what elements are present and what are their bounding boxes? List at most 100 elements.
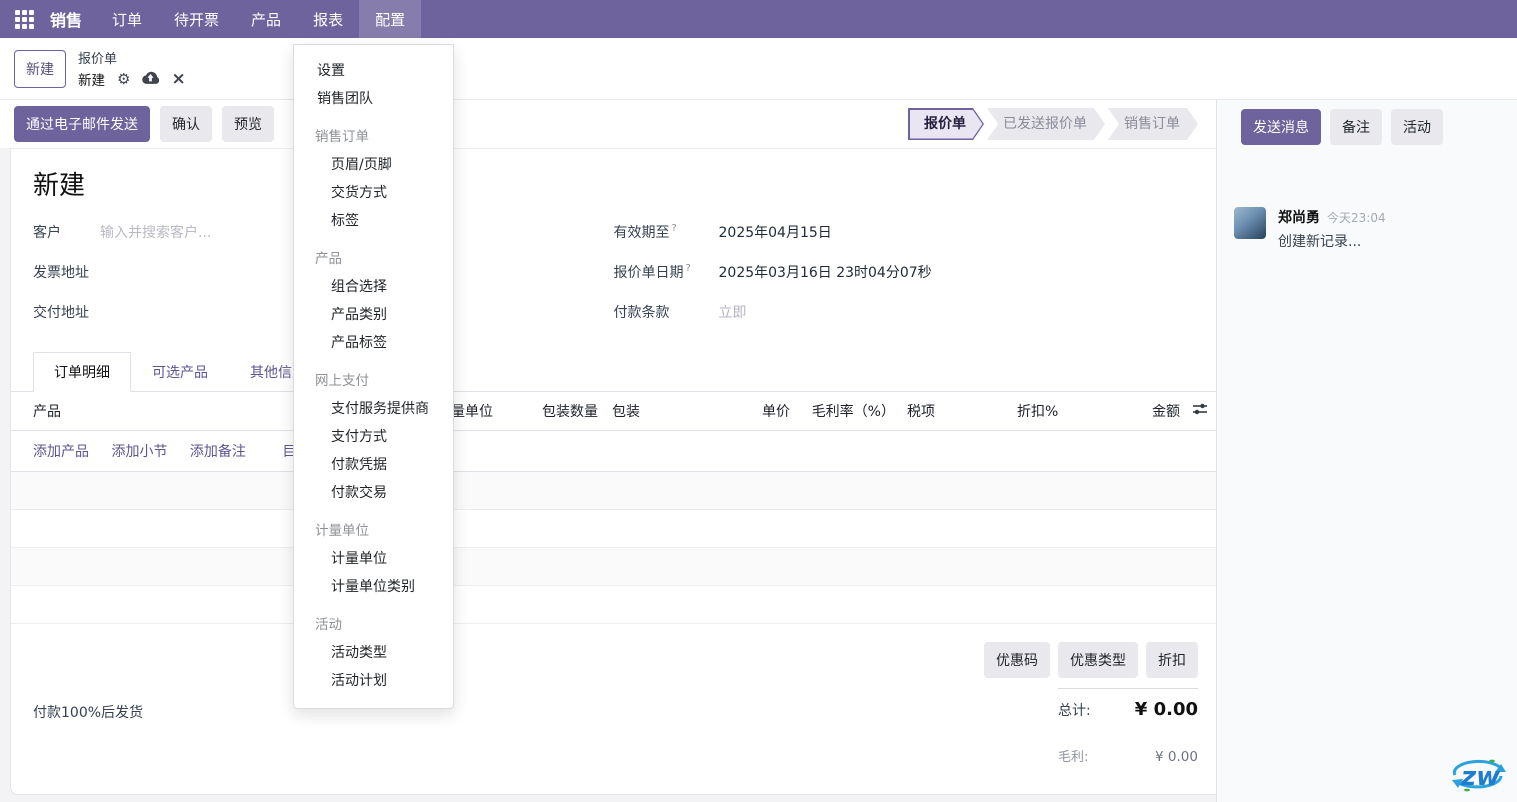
coupon-button[interactable]: 优惠码 [984,642,1050,678]
chatter-panel: 发送消息 备注 活动 郑尚勇 今天23:04 创建新记录... [1216,100,1517,802]
help-icon: ? [672,223,677,234]
chatter-message: 郑尚勇 今天23:04 创建新记录... [1234,207,1507,251]
optional-columns-toggle[interactable] [1186,392,1216,431]
column-header: 折扣% [1011,392,1076,431]
field-value[interactable]: 2025年03月16日 23时04分07秒 [719,262,932,282]
new-record-button[interactable]: 新建 [14,50,66,88]
total-value: ¥ 0.00 [1135,699,1198,720]
message-body: 创建新记录... [1278,231,1386,251]
column-header: 单价 [696,392,796,431]
field-label: 付款条款 [614,302,719,322]
field-label: 报价单日期? [614,262,719,282]
top-navbar: 销售 订单待开票产品报表配置 [0,0,1517,38]
coupon-buttons: 优惠码优惠类型折扣 [11,642,1198,678]
record-title: 新建 [33,165,1216,202]
preview-button[interactable]: 预览 [222,106,274,142]
column-header: 包装 [606,392,696,431]
apps-menu-button[interactable] [0,0,48,38]
form-field-row: 有效期至? 2025年04月15日 [614,222,1195,245]
column-header: 税项 [901,392,1011,431]
nav-menu-item[interactable]: 订单 [96,0,158,38]
statusbar-step[interactable]: 已发送报价单 [987,108,1105,140]
empty-line [11,548,1216,586]
app-brand[interactable]: 销售 [48,0,96,38]
activities-button[interactable]: 活动 [1391,109,1443,145]
statusbar-step[interactable]: 销售订单 [1108,108,1198,140]
message-time: 今天23:04 [1327,209,1386,226]
statusbar-step[interactable]: 报价单 [908,108,984,140]
column-header: 毛利率（%） [796,392,901,431]
margin-value: ¥ 0.00 [1155,749,1198,765]
cloud-save-icon[interactable] [142,71,159,87]
statusbar: 报价单已发送报价单销售订单 [908,108,1198,140]
config-menu-entry: 产品 [294,246,453,272]
send-message-button[interactable]: 发送消息 [1241,109,1321,145]
config-menu-entry[interactable]: 活动类型 [294,640,453,666]
order-lines-header: 产品计量单位包装数量包装单价毛利率（%）税项折扣%金额 [11,392,1216,431]
action-buttons-row: 通过电子邮件发送 确认 预览 报价单已发送报价单销售订单 [0,100,1216,148]
config-menu-entry[interactable]: 标签 [294,208,453,234]
add-note-link[interactable]: 添加备注 [190,444,246,460]
confirm-button[interactable]: 确认 [160,106,212,142]
field-value[interactable]: 2025年04月15日 [719,222,832,242]
form-field-row: 付款条款 立即 [614,302,1195,325]
config-menu-entry[interactable]: 付款凭据 [294,452,453,478]
nav-menu-item[interactable]: 待开票 [158,0,235,38]
nav-menu-item[interactable]: 配置 [359,0,421,38]
gear-icon[interactable]: ⚙ [117,72,130,87]
config-dropdown-menu: 设置销售团队销售订单页眉/页脚交货方式标签产品组合选择产品类别产品标签网上支付支… [293,44,454,709]
config-menu-entry[interactable]: 支付服务提供商 [294,396,453,422]
config-menu-entry[interactable]: 产品类别 [294,302,453,328]
breadcrumb: 报价单 新建 ⚙ × [78,48,186,89]
order-lines-table: 产品计量单位包装数量包装单价毛利率（%）税项折扣%金额 添加产品 添加小节 添加… [11,392,1216,624]
nav-menu-item[interactable]: 报表 [297,0,359,38]
add-line-row: 添加产品 添加小节 添加备注 目录 [11,431,1216,472]
message-author: 郑尚勇 [1278,207,1320,227]
config-menu-entry[interactable]: 产品标签 [294,330,453,356]
config-menu-entry: 销售订单 [294,124,453,150]
sliders-icon [1192,402,1208,420]
notebook-tabs: 订单明细可选产品其他信息 [11,352,1216,392]
config-menu-entry[interactable]: 交货方式 [294,180,453,206]
notebook-tab[interactable]: 可选产品 [131,352,229,392]
coupon-button[interactable]: 折扣 [1146,642,1198,678]
nav-menu-item[interactable]: 产品 [235,0,297,38]
shipping-policy-note: 付款100%后发货 [33,702,143,722]
field-value[interactable]: 立即 [719,302,747,322]
column-header: 包装数量 [536,392,606,431]
config-menu-entry[interactable]: 支付方式 [294,424,453,450]
config-menu-entry: 活动 [294,612,453,638]
help-icon: ? [686,263,691,274]
field-input[interactable]: 输入并搜索客户... [100,222,211,242]
send-by-email-button[interactable]: 通过电子邮件发送 [14,106,150,142]
breadcrumb-parent[interactable]: 报价单 [78,48,186,67]
notebook-tab[interactable]: 订单明细 [33,352,131,392]
company-logo: zw [1447,752,1509,802]
config-menu-entry: 计量单位 [294,518,453,544]
margin-label: 毛利: [1058,746,1088,765]
control-panel: 新建 报价单 新建 ⚙ × [0,38,1517,100]
field-label: 有效期至? [614,222,719,242]
config-menu-entry[interactable]: 页眉/页脚 [294,152,453,178]
add-section-link[interactable]: 添加小节 [111,444,167,460]
form-view: 通过电子邮件发送 确认 预览 报价单已发送报价单销售订单 新建 客户 输入并搜索… [0,100,1216,802]
config-menu-entry[interactable]: 设置 [294,58,453,84]
config-menu-entry[interactable]: 组合选择 [294,274,453,300]
config-menu-entry[interactable]: 计量单位类别 [294,574,453,600]
coupon-button[interactable]: 优惠类型 [1058,642,1138,678]
total-label: 总计: [1058,700,1091,720]
column-header: 金额 [1076,392,1186,431]
empty-line [11,586,1216,624]
empty-line [11,510,1216,548]
totals: 总计: ¥ 0.00 毛利: ¥ 0.00 [1058,688,1198,765]
form-sheet: 新建 客户 输入并搜索客户... 发票地址 [10,148,1216,795]
log-note-button[interactable]: 备注 [1330,109,1382,145]
config-menu-entry[interactable]: 销售团队 [294,86,453,112]
field-label: 发票地址 [33,262,100,282]
config-menu-entry[interactable]: 活动计划 [294,668,453,694]
config-menu-entry[interactable]: 计量单位 [294,546,453,572]
field-label: 交付地址 [33,302,100,322]
add-product-link[interactable]: 添加产品 [33,444,89,460]
discard-icon[interactable]: × [171,71,185,88]
config-menu-entry[interactable]: 付款交易 [294,480,453,506]
